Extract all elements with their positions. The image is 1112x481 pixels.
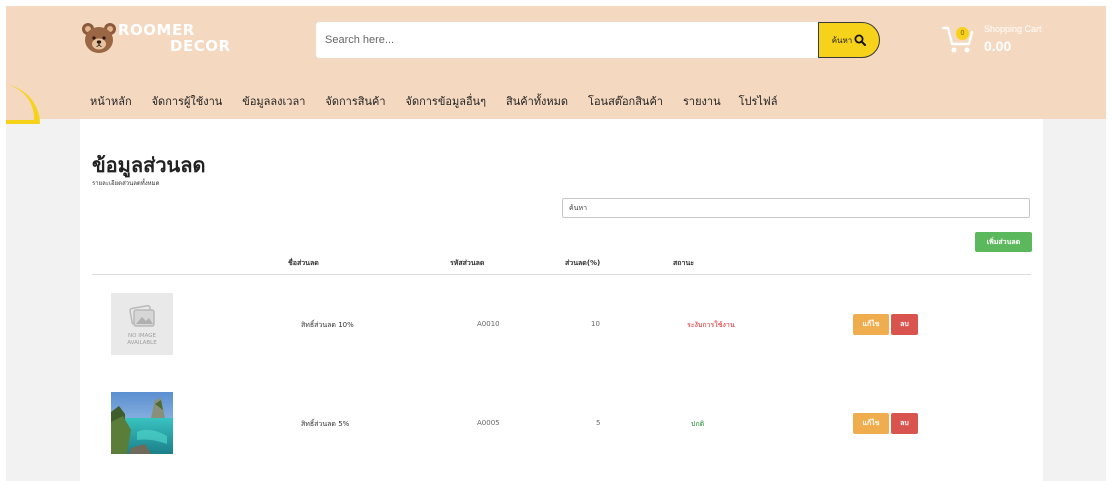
discount-search-input[interactable]	[562, 198, 1030, 218]
no-image-placeholder: NO IMAGE AVAILABLE	[111, 293, 173, 355]
brand-name-line2: DECOR	[170, 37, 231, 55]
table-row: สิทธิ์ส่วนลด 5% A0005 5 ปกติ แก้ไข ลบ	[80, 392, 1043, 456]
edit-button[interactable]: แก้ไข	[853, 413, 889, 434]
page-title: ข้อมูลส่วนลด	[92, 153, 206, 177]
search-button-label: ค้นหา	[831, 35, 853, 45]
discount-code: A0005	[477, 419, 500, 427]
nav-item-stock-transfer[interactable]: โอนสต๊อกสินค้า	[588, 92, 663, 112]
main-content: ข้อมูลส่วนลด รายละเอียดส่วนลดทั้งหมด เพิ…	[80, 119, 1043, 481]
edit-button[interactable]: แก้ไข	[853, 314, 889, 335]
bear-icon	[82, 23, 116, 53]
column-header-name: ชื่อส่วนลด	[288, 259, 319, 267]
status-text: ระงับการใช้งาน	[687, 321, 735, 329]
nav-item-profile[interactable]: โปรไฟล์	[739, 92, 778, 112]
site-header: ROOMER DECOR ค้นหา 0 Shopping Cart 0.00	[6, 6, 1106, 124]
nav-item-all-products[interactable]: สินค้าทั้งหมด	[506, 92, 568, 112]
main-nav: หน้าหลัก จัดการผู้ใช้งาน ข้อมูลลงเวลา จั…	[90, 92, 777, 112]
no-image-text-line2: AVAILABLE	[127, 340, 157, 346]
discount-image-sea	[111, 392, 173, 454]
search-bar: ค้นหา	[316, 22, 880, 58]
add-discount-button[interactable]: เพิ่มส่วนลด	[975, 232, 1032, 252]
nav-item-time-records[interactable]: ข้อมูลลงเวลา	[242, 92, 305, 112]
search-input[interactable]	[316, 22, 821, 58]
search-button[interactable]: ค้นหา	[818, 22, 880, 58]
nav-item-reports[interactable]: รายงาน	[683, 92, 721, 112]
discount-percent: 10	[591, 320, 600, 328]
search-icon	[854, 34, 867, 46]
cart-label: Shopping Cart	[984, 24, 1042, 34]
table-header-divider	[92, 274, 1031, 275]
page-subtitle: รายละเอียดส่วนลดทั้งหมด	[92, 180, 160, 187]
cart-count-badge: 0	[956, 27, 969, 40]
nav-item-manage-products[interactable]: จัดการสินค้า	[325, 92, 385, 112]
column-header-discount: ส่วนลด(%)	[565, 259, 601, 267]
brand-logo[interactable]: ROOMER DECOR	[80, 20, 230, 56]
nav-item-manage-other-data[interactable]: จัดการข้อมูลอื่นๆ	[406, 92, 487, 112]
column-header-code: รหัสส่วนลด	[450, 259, 485, 267]
nav-item-home[interactable]: หน้าหลัก	[90, 92, 132, 112]
cart-amount: 0.00	[984, 38, 1012, 54]
discount-percent: 5	[596, 419, 601, 427]
shopping-cart[interactable]: 0 Shopping Cart 0.00	[942, 22, 1052, 58]
discount-code: A0010	[477, 320, 500, 328]
discount-name: สิทธิ์ส่วนลด 10%	[301, 321, 354, 329]
delete-button[interactable]: ลบ	[891, 314, 918, 335]
table-row: NO IMAGE AVAILABLE สิทธิ์ส่วนลด 10% A001…	[80, 293, 1043, 357]
nav-item-manage-users[interactable]: จัดการผู้ใช้งาน	[152, 92, 223, 112]
no-image-text-line1: NO IMAGE	[128, 333, 156, 339]
page-frame: ROOMER DECOR ค้นหา 0 Shopping Cart 0.00	[6, 6, 1106, 481]
delete-button[interactable]: ลบ	[891, 413, 918, 434]
column-header-status: สถานะ	[673, 259, 694, 267]
discount-name: สิทธิ์ส่วนลด 5%	[301, 420, 350, 428]
status-text: ปกติ	[691, 420, 705, 428]
